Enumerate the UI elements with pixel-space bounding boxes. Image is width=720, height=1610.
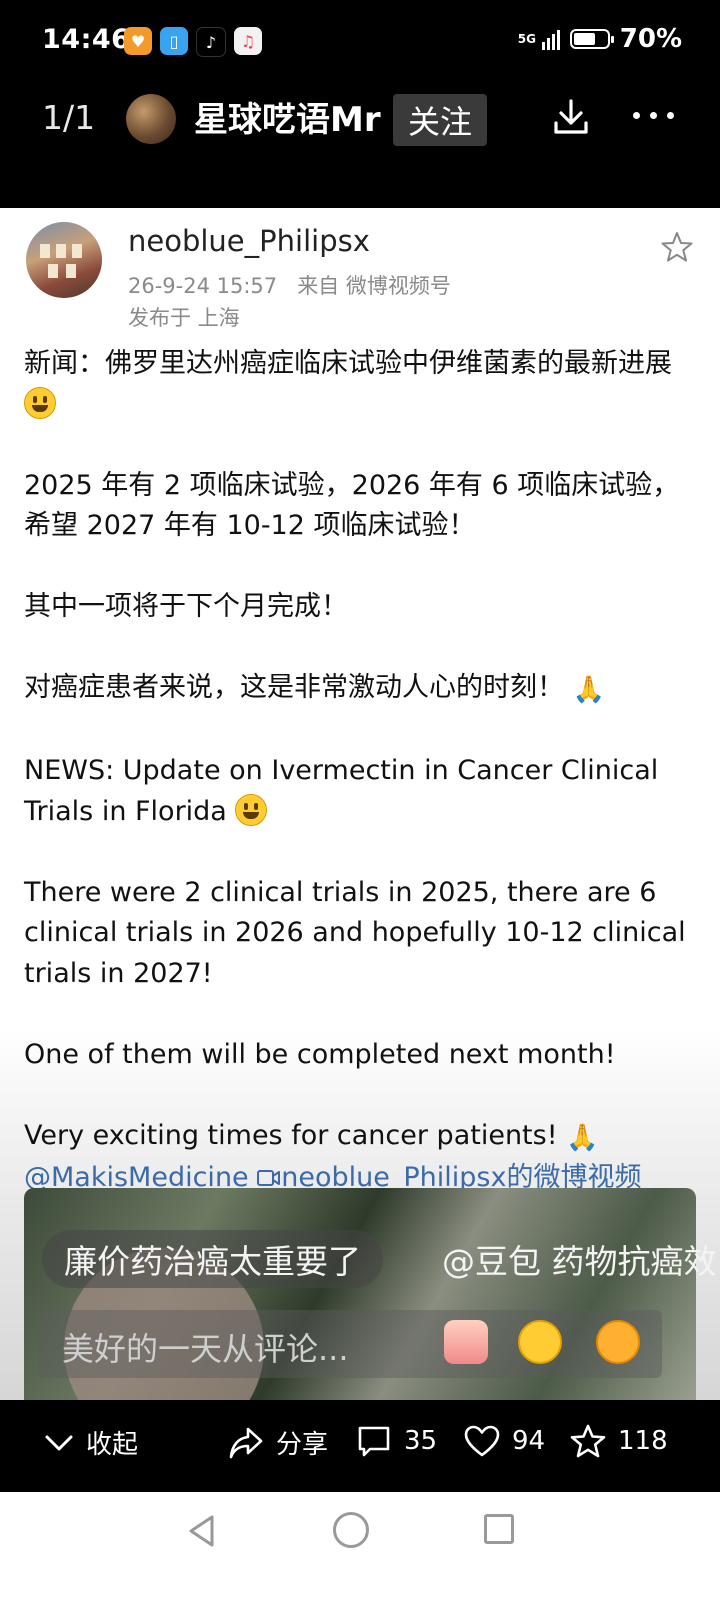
- collapse-label: 收起: [86, 1430, 139, 1460]
- share-button[interactable]: 分享: [228, 1424, 328, 1461]
- avatar[interactable]: [126, 94, 176, 144]
- post-paragraph: 2025 年有 2 项临床试验，2026 年有 6 项临床试验，希望 2027 …: [24, 469, 680, 542]
- battery-fill: [573, 33, 596, 45]
- star-icon[interactable]: [660, 230, 694, 264]
- author-name[interactable]: neoblue_Philipsx: [128, 224, 370, 258]
- more-options-icon[interactable]: [633, 112, 674, 119]
- post-card: neoblue_Philipsx 26-9-24 15:57 来自 微博视频号 …: [0, 208, 720, 1400]
- heart-icon: [464, 1425, 500, 1457]
- post-paragraph: 新闻：佛罗里达州癌症临床试验中伊维菌素的最新进展: [24, 344, 696, 425]
- status-bar: 14:46 ♥ ▯ ♪ ♫ 5G 70%: [0, 0, 720, 84]
- post-paragraph: Very exciting times for cancer patients!…: [24, 1116, 696, 1159]
- danmaku-bubble: @豆包 药物抗癌效: [442, 1242, 717, 1281]
- back-icon[interactable]: [187, 1514, 217, 1548]
- comment-placeholder: 美好的一天从评论...: [62, 1330, 349, 1368]
- comment-button[interactable]: 35: [356, 1424, 437, 1458]
- pray-emoji-icon: 🙏: [572, 675, 605, 705]
- post-location: 发布于 上海: [128, 306, 240, 330]
- header-username[interactable]: 星球呓语Mr: [194, 92, 381, 141]
- status-time: 14:46: [42, 24, 131, 55]
- video-icon: [257, 1170, 281, 1186]
- like-button[interactable]: 94: [464, 1424, 545, 1458]
- danmaku-bubble: 廉价药治癌太重要了: [42, 1230, 383, 1288]
- signal-icon: [541, 28, 560, 50]
- download-icon[interactable]: [551, 97, 591, 137]
- action-bar: 收起 分享 35 94 118: [0, 1400, 720, 1492]
- share-icon: [229, 1427, 263, 1458]
- weibo-heart-icon: ♥: [124, 27, 152, 55]
- status-right: 5G 70%: [518, 24, 682, 54]
- author-avatar[interactable]: [26, 222, 102, 298]
- comment-input[interactable]: 美好的一天从评论...: [38, 1310, 662, 1378]
- pray-emoji-icon: 🙏: [566, 1122, 599, 1153]
- post-paragraph: NEWS: Update on Ivermectin in Cancer Cli…: [24, 755, 659, 827]
- post-paragraph: 其中一项将于下个月完成！: [24, 591, 348, 622]
- top-header: 1/1 星球呓语Mr 关注: [0, 84, 720, 204]
- smile-emoji-icon: [235, 793, 268, 826]
- status-app-icons: ♥ ▯ ♪ ♫: [124, 27, 262, 57]
- share-label: 分享: [276, 1430, 329, 1460]
- recent-apps-icon[interactable]: [484, 1514, 514, 1544]
- post-paragraph: One of them will be completed next month…: [24, 1038, 616, 1070]
- post-paragraph: There were 2 clinical trials in 2025, th…: [24, 876, 686, 989]
- page-indicator: 1/1: [42, 98, 96, 137]
- post-date: 26-9-24 15:57: [128, 274, 278, 298]
- battery-percent: 70%: [619, 24, 682, 54]
- star-icon: [570, 1424, 606, 1458]
- post-paragraph: 对癌症患者来说，这是非常激动人心的时刻！ 🙏: [24, 668, 696, 711]
- post-body: 新闻：佛罗里达州癌症临床试验中伊维菌素的最新进展 2025 年有 2 项临床试验…: [24, 344, 696, 1199]
- smile-emoji-icon: [24, 386, 56, 419]
- grin-emoji-icon[interactable]: [518, 1320, 562, 1364]
- source-prefix: 来自: [297, 274, 340, 298]
- home-icon[interactable]: [333, 1512, 369, 1548]
- post-source[interactable]: 微博视频号: [346, 274, 451, 298]
- tiktok-icon: ♪: [196, 27, 226, 57]
- thumbs-up-icon[interactable]: [444, 1320, 488, 1364]
- music-icon: ♫: [234, 27, 262, 55]
- follow-button[interactable]: 关注: [393, 94, 487, 146]
- comment-count: 35: [404, 1426, 438, 1456]
- network-type: 5G: [517, 32, 536, 46]
- system-nav-bar: [0, 1492, 720, 1610]
- favorite-count: 118: [618, 1426, 668, 1456]
- post-meta: 26-9-24 15:57 来自 微博视频号: [128, 270, 451, 300]
- party-emoji-icon[interactable]: [596, 1320, 640, 1364]
- battery-icon: [569, 29, 614, 49]
- collapse-button[interactable]: 收起: [44, 1424, 138, 1461]
- like-count: 94: [512, 1426, 546, 1456]
- reader-icon: ▯: [160, 27, 188, 55]
- favorite-button[interactable]: 118: [570, 1424, 668, 1458]
- comment-icon: [358, 1426, 390, 1457]
- chevron-down-icon: [45, 1435, 73, 1450]
